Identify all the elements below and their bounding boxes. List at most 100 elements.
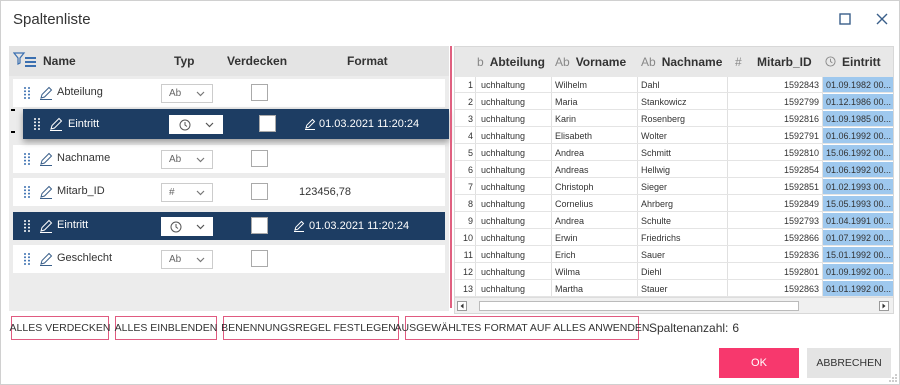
column-row-eintritt[interactable]: Eintritt 01.03.2021 11:20:24 bbox=[13, 212, 445, 240]
edit-format-icon[interactable] bbox=[304, 118, 316, 130]
naming-rule-button[interactable]: BENENNUNGSREGEL FESTLEGEN bbox=[221, 316, 399, 340]
hide-checkbox[interactable] bbox=[251, 84, 268, 101]
table-row[interactable]: 6 uchhaltung Andreas Hellwig 1592854 01.06.19… bbox=[455, 162, 893, 178]
hide-checkbox[interactable] bbox=[251, 183, 268, 200]
table-cell: Rosenberg bbox=[641, 114, 686, 124]
column-row-nachname[interactable]: Nachname Ab bbox=[13, 145, 445, 173]
row-number: 10 bbox=[462, 233, 473, 243]
scroll-left-icon[interactable] bbox=[457, 301, 467, 311]
ok-button[interactable]: OK bbox=[719, 348, 799, 378]
table-cell: uchhaltung bbox=[481, 216, 526, 226]
type-select[interactable] bbox=[169, 115, 223, 134]
maximize-icon[interactable] bbox=[836, 10, 854, 28]
close-icon[interactable] bbox=[873, 10, 891, 28]
grid-header-eintritt[interactable]: Eintritt bbox=[825, 55, 881, 69]
grid-header-vorname[interactable]: Ab Vorname bbox=[555, 55, 626, 69]
drag-handle-icon[interactable] bbox=[23, 152, 31, 166]
edit-pencil-icon[interactable] bbox=[39, 152, 53, 166]
table-cell: 1592854 bbox=[783, 165, 819, 175]
row-number: 5 bbox=[467, 148, 473, 158]
table-cell: 01.02.1993 00... bbox=[823, 179, 893, 194]
table-cell: Wolter bbox=[641, 131, 667, 141]
table-row[interactable]: 4 uchhaltung Elisabeth Wolter 1592791 01.06.1… bbox=[455, 128, 893, 144]
edit-format-icon[interactable] bbox=[293, 220, 305, 232]
edit-pencil-icon[interactable] bbox=[39, 219, 53, 233]
drag-handle-icon[interactable] bbox=[23, 86, 31, 100]
table-row[interactable]: 5 uchhaltung Andrea Schmitt 1592810 15.06.199… bbox=[455, 145, 893, 161]
hide-checkbox[interactable] bbox=[251, 150, 268, 167]
edit-pencil-icon[interactable] bbox=[39, 86, 53, 100]
type-select[interactable] bbox=[161, 217, 213, 236]
table-cell: Wilma bbox=[555, 267, 580, 277]
edit-pencil-icon[interactable] bbox=[39, 252, 53, 266]
table-cell: Andrea bbox=[555, 216, 585, 226]
grid-header-number-icon[interactable]: # bbox=[735, 55, 748, 69]
scrollbar-thumb[interactable] bbox=[479, 301, 799, 311]
type-select[interactable]: Ab bbox=[161, 250, 213, 269]
column-row-geschlecht[interactable]: Geschlecht Ab bbox=[13, 245, 445, 273]
filter-list-icon[interactable] bbox=[12, 52, 37, 70]
type-select[interactable]: Ab bbox=[161, 150, 213, 169]
scroll-right-icon[interactable] bbox=[879, 301, 889, 311]
dragged-column-row[interactable]: Eintritt 01.03.2021 11:20:24 bbox=[23, 109, 449, 139]
hide-checkbox[interactable] bbox=[259, 115, 276, 132]
header-name[interactable]: Name bbox=[43, 54, 76, 68]
column-name: Eintritt bbox=[57, 219, 89, 231]
table-row[interactable]: 11 uchhaltung Erich Sauer 1592836 15.01.1992 … bbox=[455, 247, 893, 263]
table-row[interactable]: 12 uchhaltung Wilma Diehl 1592801 01.09.1992 … bbox=[455, 264, 893, 280]
chevron-down-icon bbox=[196, 224, 205, 230]
grid-header-abteilung[interactable]: b Abteilung bbox=[477, 55, 545, 69]
table-cell: 01.07.1992 00... bbox=[823, 230, 893, 245]
apply-format-to-all-button[interactable]: AUSGEWÄHLTES FORMAT AUF ALLES ANWENDEN bbox=[395, 316, 649, 340]
cancel-button[interactable]: ABBRECHEN bbox=[807, 348, 891, 378]
column-row-abteilung[interactable]: Abteilung Ab bbox=[13, 79, 445, 107]
format-value[interactable]: 01.03.2021 11:20:24 bbox=[309, 220, 409, 232]
table-cell: uchhaltung bbox=[481, 199, 526, 209]
drag-handle-icon[interactable] bbox=[23, 219, 31, 233]
table-cell: 1592801 bbox=[783, 267, 819, 277]
dialog-title: Spaltenliste bbox=[13, 11, 91, 28]
drag-handle-icon[interactable] bbox=[23, 252, 31, 266]
edit-pencil-icon[interactable] bbox=[39, 185, 53, 199]
resize-grip-icon[interactable] bbox=[888, 373, 898, 383]
hide-all-button[interactable]: ALLES VERDECKEN bbox=[10, 316, 110, 340]
table-cell: 1592816 bbox=[783, 114, 819, 124]
table-row[interactable]: 1 uchhaltung Wilhelm Dahl 1592843 01.09.1982 … bbox=[455, 77, 893, 93]
column-list-panel: Name Typ Verdecken Format Abteilung Ab N… bbox=[9, 46, 449, 311]
table-cell: uchhaltung bbox=[481, 250, 526, 260]
table-row[interactable]: 9 uchhaltung Andrea Schulte 1592793 01.04.199… bbox=[455, 213, 893, 229]
table-row[interactable]: 3 uchhaltung Karin Rosenberg 1592816 01.09.19… bbox=[455, 111, 893, 127]
drag-handle-icon[interactable] bbox=[23, 185, 31, 199]
row-number: 2 bbox=[467, 97, 473, 107]
table-cell: Christoph bbox=[555, 182, 594, 192]
chevron-down-icon bbox=[205, 122, 214, 128]
drag-handle-icon[interactable] bbox=[33, 117, 41, 131]
format-value[interactable]: 123456,78 bbox=[299, 186, 351, 198]
table-row[interactable]: 13 uchhaltung Martha Stauer 1592863 01.01.199… bbox=[455, 281, 893, 297]
table-cell: Hellwig bbox=[641, 165, 671, 175]
panel-splitter[interactable] bbox=[450, 46, 452, 308]
type-select[interactable]: # bbox=[161, 183, 213, 202]
table-row[interactable]: 10 uchhaltung Erwin Friedrichs 1592866 01.07.… bbox=[455, 230, 893, 246]
table-cell: uchhaltung bbox=[481, 284, 526, 294]
hide-checkbox[interactable] bbox=[251, 250, 268, 267]
table-cell: 1592849 bbox=[783, 199, 819, 209]
table-cell: 1592793 bbox=[783, 216, 819, 226]
table-row[interactable]: 2 uchhaltung Maria Stankowicz 1592799 01.12.1… bbox=[455, 94, 893, 110]
chevron-down-icon bbox=[196, 190, 205, 196]
row-number: 7 bbox=[467, 182, 473, 192]
column-row-mitarb-id[interactable]: Mitarb_ID # 123456,78 bbox=[13, 178, 445, 206]
table-cell: Sieger bbox=[641, 182, 668, 192]
format-value[interactable]: 01.03.2021 11:20:24 bbox=[319, 118, 419, 130]
horizontal-scrollbar[interactable] bbox=[455, 297, 893, 313]
table-row[interactable]: 7 uchhaltung Christoph Sieger 1592851 01.02.1… bbox=[455, 179, 893, 195]
table-row[interactable]: 8 uchhaltung Cornelius Ahrberg 1592849 15.05.… bbox=[455, 196, 893, 212]
row-number: 6 bbox=[467, 165, 473, 175]
type-select[interactable]: Ab bbox=[161, 84, 213, 103]
show-all-button[interactable]: ALLES EINBLENDEN bbox=[115, 316, 217, 340]
table-cell: uchhaltung bbox=[481, 182, 526, 192]
edit-pencil-icon[interactable] bbox=[49, 117, 63, 131]
grid-header-nachname[interactable]: Ab Nachname bbox=[641, 55, 722, 69]
grid-header-mitarb-id[interactable]: Mitarb_ID bbox=[757, 55, 812, 69]
hide-checkbox[interactable] bbox=[251, 217, 268, 234]
